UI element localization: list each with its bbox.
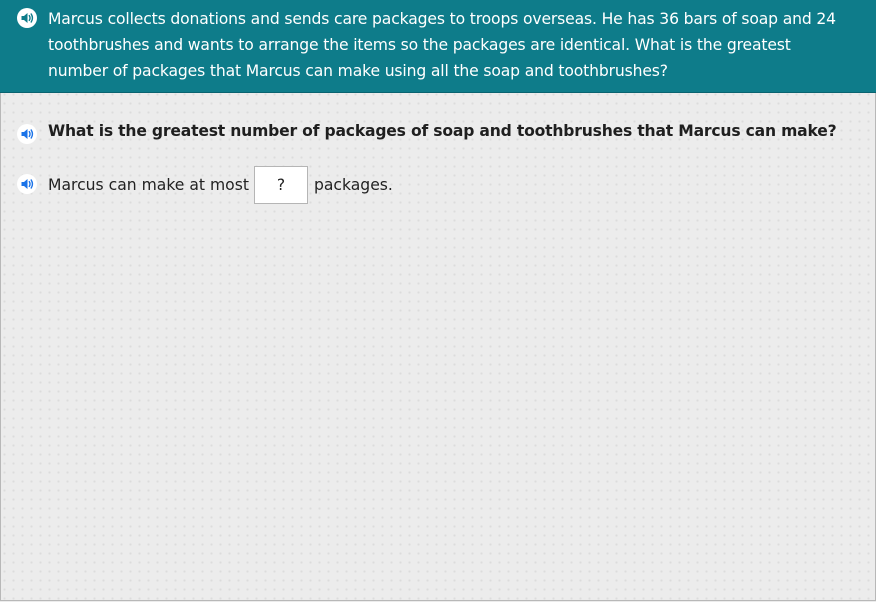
answer-input[interactable]: ? <box>253 166 308 204</box>
answer-sentence: Marcus can make at most ? packages. <box>48 165 393 205</box>
question-text: What is the greatest number of packages … <box>48 122 837 140</box>
problem-header: Marcus collects donations and sends care… <box>0 0 876 93</box>
speaker-icon[interactable] <box>17 174 37 194</box>
problem-text: Marcus collects donations and sends care… <box>48 10 836 80</box>
answer-suffix: packages. <box>313 176 393 194</box>
speaker-icon[interactable] <box>17 124 37 144</box>
answer-prefix: Marcus can make at most <box>48 176 249 194</box>
speaker-icon[interactable] <box>17 8 37 28</box>
